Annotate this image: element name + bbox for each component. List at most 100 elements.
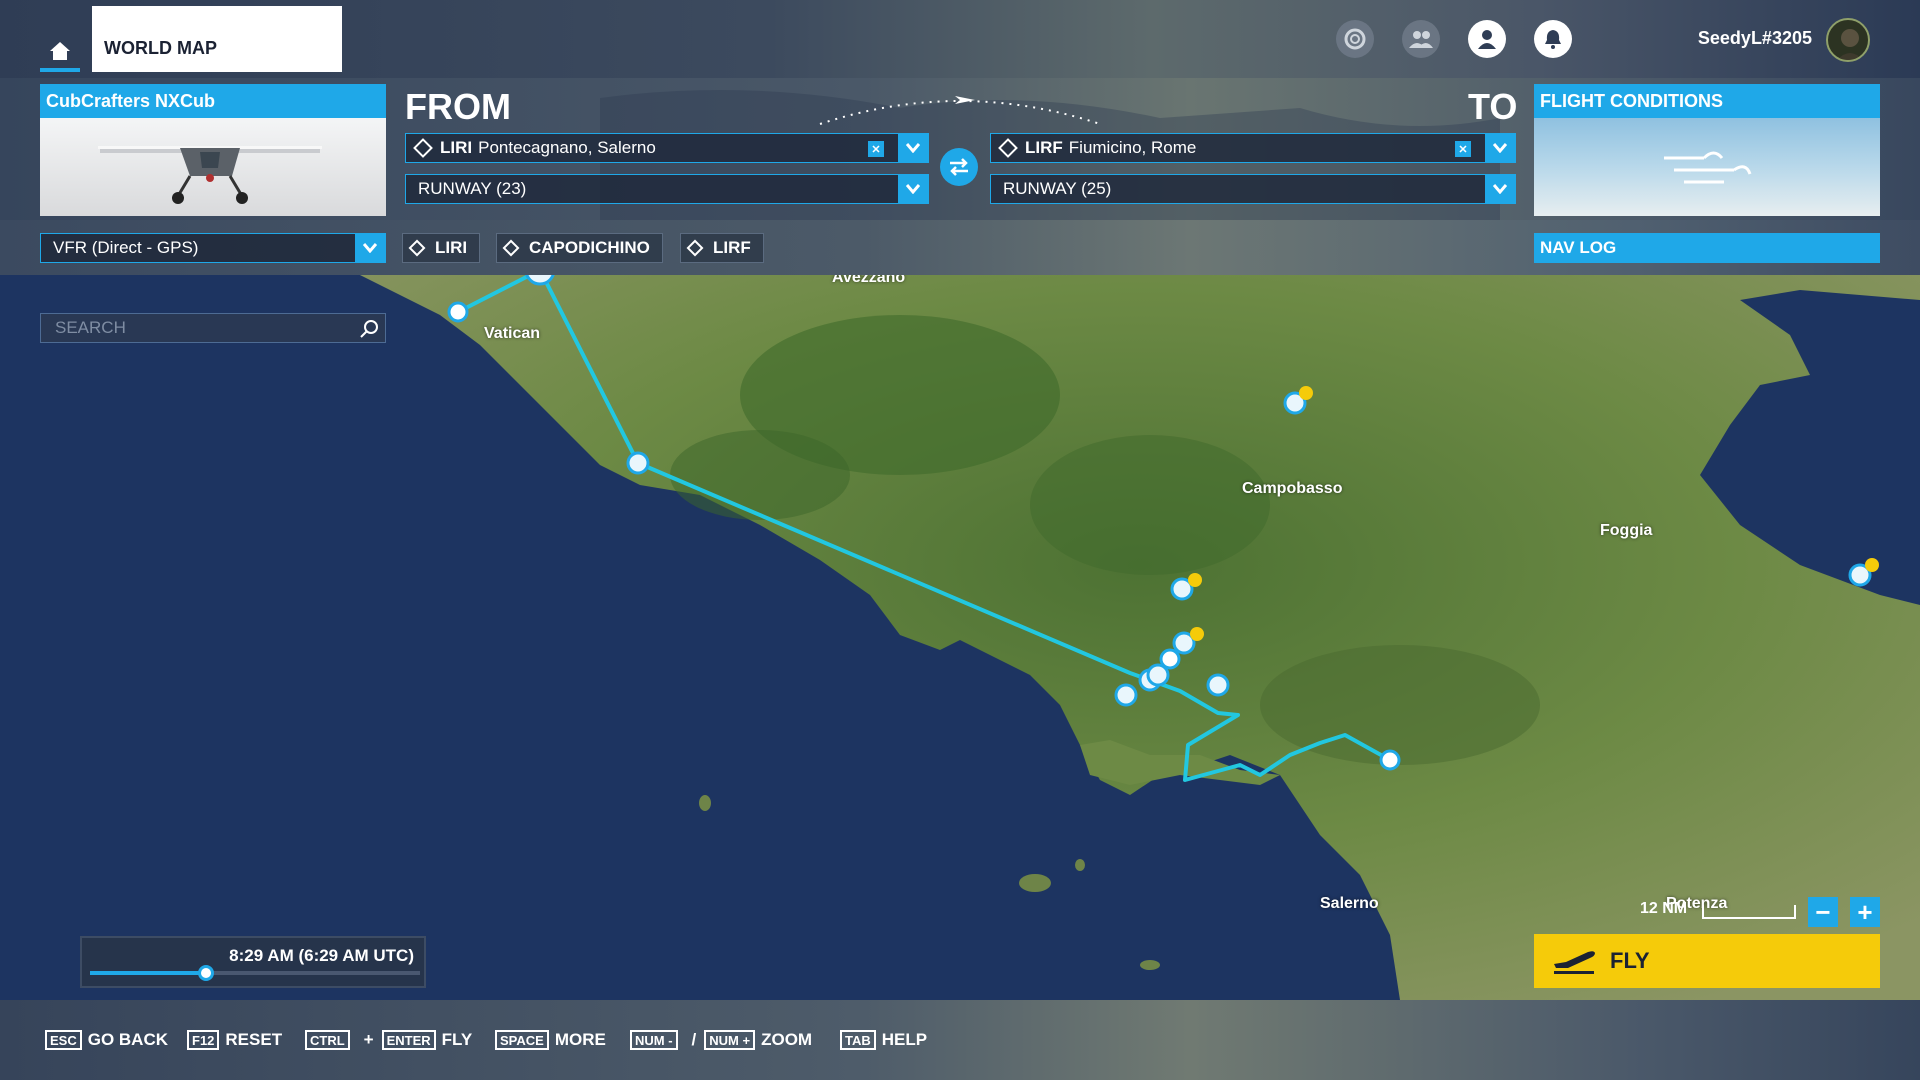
key-ctrl: CTRL	[305, 1030, 350, 1050]
arrival-dropdown-button[interactable]	[1485, 134, 1515, 162]
hint-help[interactable]: TAB HELP	[840, 1030, 927, 1050]
airport-diamond-icon	[408, 239, 426, 257]
chevron-down-icon	[906, 184, 920, 194]
waypoint-chip-lirf[interactable]: LIRF	[680, 233, 764, 263]
waypoint-chip-capodichino[interactable]: CAPODICHINO	[496, 233, 663, 263]
world-map[interactable]: Avezzano Vatican Campobasso Foggia Saler…	[0, 275, 1920, 1000]
nav-log-button[interactable]: NAV LOG	[1534, 233, 1880, 263]
key-separator: /	[691, 1030, 697, 1049]
wind-icon	[1664, 156, 1734, 184]
key-space: SPACE	[495, 1030, 549, 1050]
key-f12: F12	[187, 1030, 220, 1050]
waypoint-chip-liri[interactable]: LIRI	[402, 233, 481, 263]
achievements-icon	[1344, 28, 1366, 50]
hint-go-back[interactable]: ESC GO BACK	[45, 1030, 168, 1050]
home-icon	[50, 42, 70, 60]
time-slider-fill	[90, 971, 206, 975]
time-label: 8:29 AM (6:29 AM UTC)	[229, 946, 414, 965]
bottom-hint-bar	[0, 1000, 1920, 1080]
hint-label: RESET	[225, 1030, 283, 1049]
flight-conditions-title: FLIGHT CONDITIONS	[1534, 84, 1880, 118]
takeoff-icon	[1554, 951, 1595, 974]
zoom-out-button[interactable]: −	[1808, 897, 1838, 927]
departure-runway-field[interactable]: RUNWAY (23)	[405, 174, 929, 204]
fly-button[interactable]: FLY	[1534, 934, 1880, 988]
hint-zoom[interactable]: NUM - / NUM + ZOOM	[630, 1030, 812, 1050]
friends-button[interactable]	[1402, 20, 1440, 58]
map-scale-label: 12 NM	[1640, 900, 1688, 917]
zoom-in-button[interactable]: +	[1850, 897, 1880, 927]
achievements-button[interactable]	[1336, 20, 1374, 58]
hint-fly[interactable]: CTRL + ENTER FLY	[305, 1030, 472, 1050]
notifications-icon	[1545, 30, 1561, 49]
arrival-airport-field[interactable]: LIRF Fiumicino, Rome ✕	[990, 133, 1516, 163]
search-input[interactable]: SEARCH	[40, 313, 386, 343]
aircraft-title: CubCrafters NXCub	[40, 84, 386, 118]
waypoint-label: CAPODICHINO	[529, 238, 650, 257]
time-of-day-panel: 8:29 AM (6:29 AM UTC)	[80, 936, 426, 988]
airport-diamond-icon	[998, 138, 1018, 158]
flight-conditions-image	[1534, 118, 1880, 216]
home-button[interactable]	[40, 30, 80, 72]
map-scale-bar	[1702, 905, 1796, 919]
key-num-minus: NUM -	[630, 1030, 678, 1050]
chevron-down-icon	[363, 243, 377, 253]
arrival-runway-field[interactable]: RUNWAY (25)	[990, 174, 1516, 204]
departure-airport-field[interactable]: LIRI Pontecagnano, Salerno ✕	[405, 133, 929, 163]
hint-label: HELP	[881, 1030, 928, 1049]
departure-name: Pontecagnano, Salerno	[478, 138, 656, 157]
hint-label: GO BACK	[87, 1030, 169, 1049]
hint-label: ZOOM	[761, 1030, 813, 1049]
key-esc: ESC	[45, 1030, 82, 1050]
notifications-button[interactable]	[1534, 20, 1572, 58]
profile-button[interactable]	[1468, 20, 1506, 58]
swap-icon	[950, 158, 968, 176]
key-tab: TAB	[840, 1030, 876, 1050]
route-arc	[819, 96, 1101, 125]
aircraft-image	[40, 118, 386, 216]
departure-dropdown-button[interactable]	[898, 134, 928, 162]
map-label-campobasso: Campobasso	[1242, 480, 1343, 497]
chevron-down-icon	[1493, 184, 1507, 194]
airport-diamond-icon	[686, 239, 704, 257]
time-slider[interactable]	[90, 965, 420, 981]
hint-label: MORE	[554, 1030, 606, 1049]
flight-type-value: VFR (Direct - GPS)	[53, 238, 199, 257]
search-icon[interactable]	[359, 319, 379, 339]
time-slider-handle[interactable]	[197, 965, 214, 981]
map-label-salerno: Salerno	[1320, 895, 1379, 912]
username[interactable]: SeedyL#3205	[1698, 28, 1812, 49]
waypoint-label: LIRI	[435, 238, 468, 257]
departure-runway-dropdown-button[interactable]	[898, 175, 928, 203]
waypoint-label: LIRF	[713, 238, 751, 257]
top-bar: WORLD MAP SeedyL#3205	[0, 0, 1920, 78]
hint-more[interactable]: SPACE MORE	[495, 1030, 606, 1050]
flight-type-dropdown-button[interactable]	[355, 234, 385, 262]
key-num-plus: NUM +	[704, 1030, 756, 1050]
hint-label: FLY	[441, 1030, 473, 1049]
chevron-down-icon	[1493, 143, 1507, 153]
departure-runway: RUNWAY (23)	[418, 179, 527, 198]
key-enter: ENTER	[381, 1030, 436, 1050]
to-label: TO	[1468, 86, 1518, 127]
clear-arrival-icon[interactable]: ✕	[1455, 141, 1471, 157]
chevron-down-icon	[906, 143, 920, 153]
map-markers	[447, 275, 1879, 771]
flight-type-select[interactable]: VFR (Direct - GPS)	[40, 233, 386, 263]
arrival-runway-dropdown-button[interactable]	[1485, 175, 1515, 203]
friends-icon	[1409, 31, 1433, 48]
from-label: FROM	[405, 86, 511, 127]
avatar[interactable]	[1826, 18, 1870, 62]
map-label-vatican: Vatican	[484, 325, 541, 342]
hint-reset[interactable]: F12 RESET	[187, 1030, 282, 1050]
world-map-tab[interactable]: WORLD MAP	[92, 6, 342, 72]
clear-departure-icon[interactable]: ✕	[868, 141, 884, 157]
departure-code: LIRI	[440, 138, 473, 157]
home-underline	[40, 68, 80, 72]
swap-airports-button[interactable]	[940, 148, 978, 186]
map-label-foggia: Foggia	[1600, 522, 1653, 539]
key-plus: +	[363, 1030, 374, 1049]
map-label-avezzano: Avezzano	[832, 275, 906, 286]
waypoint-marker	[447, 301, 1401, 771]
airport-diamond-icon	[413, 138, 433, 158]
